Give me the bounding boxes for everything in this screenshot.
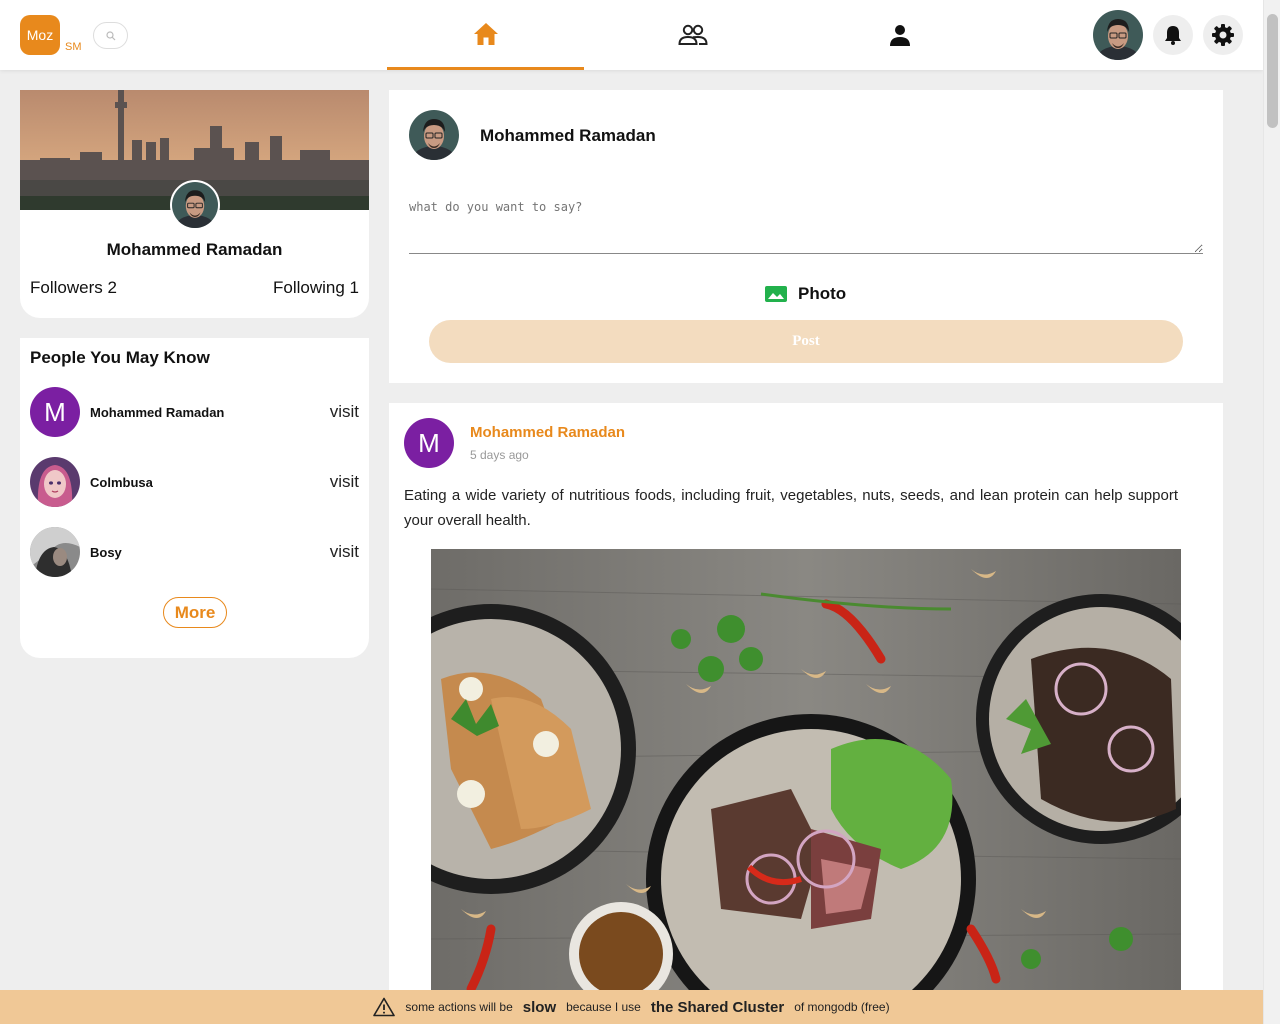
- composer-user-name: Mohammed Ramadan: [480, 126, 656, 145]
- banner-text-1: some actions will be: [405, 1000, 513, 1014]
- search-button[interactable]: [93, 22, 128, 49]
- post-composer: Mohammed Ramadan Photo Post: [389, 90, 1223, 383]
- list-item: Bosy visit: [30, 527, 359, 577]
- logo-subtitle: SM: [65, 41, 82, 53]
- person-name[interactable]: Bosy: [90, 545, 122, 560]
- visit-link[interactable]: visit: [330, 472, 359, 492]
- avatar[interactable]: [30, 527, 80, 577]
- friends-icon: [677, 24, 708, 45]
- page-scrollbar[interactable]: [1263, 0, 1280, 1024]
- banner-text-4: the Shared Cluster: [650, 998, 785, 1016]
- visit-link[interactable]: visit: [330, 542, 359, 562]
- post-text: Eating a wide variety of nutritious food…: [404, 487, 1178, 529]
- following-count[interactable]: Following 1: [273, 278, 359, 298]
- profile-icon: [889, 25, 910, 46]
- avatar[interactable]: M: [30, 387, 80, 437]
- post-timestamp: 5 days ago: [470, 448, 529, 462]
- avatar[interactable]: [30, 457, 80, 507]
- visit-link[interactable]: visit: [330, 402, 359, 422]
- profile-avatar[interactable]: [170, 180, 220, 230]
- people-you-may-know-card: People You May Know M Mohammed Ramadan v…: [20, 338, 369, 658]
- list-item: Colmbusa visit: [30, 457, 359, 507]
- search-icon: [105, 30, 115, 40]
- warning-icon: [373, 997, 396, 1017]
- post-author-name[interactable]: Mohammed Ramadan: [470, 424, 625, 441]
- nav-tab-friends[interactable]: [594, 0, 791, 70]
- post-button[interactable]: Post: [429, 320, 1183, 363]
- banner-text-3: because I use: [566, 1000, 641, 1014]
- post-image[interactable]: [431, 549, 1181, 1024]
- people-title: People You May Know: [30, 348, 210, 367]
- feed-post: M Mohammed Ramadan 5 days ago Eating a w…: [389, 403, 1223, 1024]
- banner-text-2: slow: [522, 998, 557, 1016]
- user-avatar[interactable]: [1093, 10, 1143, 60]
- warning-banner: some actions will be slow because I use …: [0, 990, 1263, 1024]
- nav-tab-profile[interactable]: [801, 0, 998, 70]
- notifications-button[interactable]: [1153, 15, 1193, 55]
- image-icon: [765, 286, 787, 302]
- person-name[interactable]: Colmbusa: [90, 475, 153, 490]
- top-navbar: Moz SM: [0, 0, 1263, 70]
- profile-card: Mohammed Ramadan Followers 2 Following 1: [20, 90, 369, 318]
- scrollbar-thumb[interactable]: [1267, 14, 1278, 128]
- home-icon: [473, 22, 498, 45]
- profile-name[interactable]: Mohammed Ramadan: [20, 240, 369, 260]
- list-item: M Mohammed Ramadan visit: [30, 387, 359, 437]
- person-name[interactable]: Mohammed Ramadan: [90, 405, 224, 420]
- gear-icon: [1212, 24, 1234, 46]
- composer-avatar[interactable]: [409, 110, 459, 160]
- post-author-avatar[interactable]: M: [404, 418, 454, 468]
- add-photo-button[interactable]: Photo: [765, 283, 846, 305]
- more-button[interactable]: More: [163, 597, 227, 628]
- followers-count[interactable]: Followers 2: [30, 278, 117, 298]
- nav-tab-home[interactable]: [387, 0, 584, 70]
- settings-button[interactable]: [1203, 15, 1243, 55]
- bell-icon: [1165, 26, 1181, 45]
- photo-label: Photo: [798, 284, 847, 303]
- banner-text-5: of mongodb (free): [794, 1000, 890, 1014]
- post-text-input[interactable]: [409, 194, 1203, 254]
- app-logo[interactable]: Moz: [20, 15, 60, 55]
